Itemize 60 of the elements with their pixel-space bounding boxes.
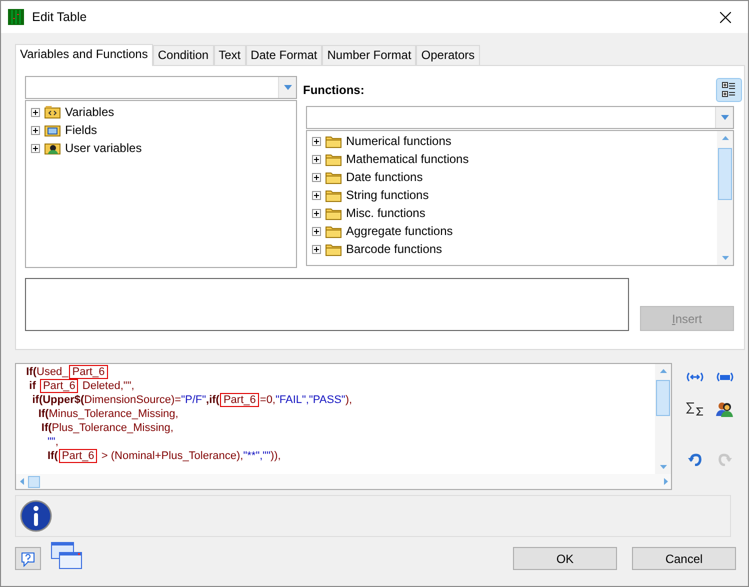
tree-item[interactable]: Variables [65,103,114,121]
scroll-up-arrow-icon [660,369,666,373]
expand-icon[interactable] [312,172,321,182]
vertical-scrollbar[interactable] [717,131,733,265]
expand-icon[interactable] [312,136,321,146]
windows-icon[interactable] [51,542,83,570]
bracket-arrow-icon [686,372,704,382]
tree-item[interactable]: Numerical functions [346,132,452,150]
scroll-right-arrow-icon [664,478,668,485]
tab[interactable]: Number Format [322,45,416,65]
sigma-icon [686,402,704,416]
help-icon [20,550,36,566]
tree-view-toggle[interactable] [716,78,742,102]
tab[interactable]: Condition [152,45,214,65]
undo-icon [688,452,702,466]
horizontal-scrollbar[interactable] [16,474,671,489]
window-title: Edit Table [32,8,87,26]
redo-icon [718,452,732,466]
people-icon [716,401,734,417]
expand-icon[interactable] [312,226,321,236]
expand-icon[interactable] [312,190,321,200]
dropdown-arrow-icon [284,85,292,90]
expand-icon[interactable] [312,208,321,218]
tree-item[interactable]: Fields [65,121,98,139]
tree-item[interactable]: Date functions [346,168,423,186]
expand-icon[interactable] [31,108,40,116]
dropdown-arrow-icon [720,115,728,120]
tree-item[interactable]: Misc. functions [346,204,426,222]
code-folder-icon [44,104,61,120]
close-icon [720,12,730,22]
dialog-button[interactable]: OK [513,547,617,570]
text-box[interactable] [25,278,629,331]
tree-item[interactable]: Mathematical functions [346,150,469,168]
scroll-down-arrow-icon [722,256,728,260]
dialog-button[interactable]: Cancel [632,547,736,570]
tree-item[interactable]: String functions [346,186,429,204]
tab[interactable]: Text [214,45,246,65]
scroll-thumb[interactable] [656,380,670,416]
info-icon [20,500,52,532]
table-app-icon [8,9,24,25]
tree-item[interactable]: Barcode functions [346,240,442,258]
scroll-down-arrow-icon [660,465,666,469]
scroll-thumb[interactable] [28,476,40,488]
expand-icon[interactable] [312,154,321,164]
scroll-up-arrow-icon [722,136,728,140]
tree-item[interactable]: Aggregate functions [346,222,453,240]
tree-item[interactable]: User variables [65,139,142,157]
scroll-thumb[interactable] [718,148,732,200]
tree-list-icon [722,82,736,98]
functions-label: Functions: [303,82,364,98]
tab[interactable]: Date Format [246,45,322,65]
help-button[interactable] [15,547,41,570]
expand-icon[interactable] [31,126,40,134]
scroll-left-arrow-icon [20,478,24,485]
expand-icon[interactable] [312,244,321,254]
tab[interactable]: Variables and Functions [15,44,153,66]
vertical-scrollbar[interactable] [655,364,671,474]
bracket-bar-icon [716,372,734,382]
expand-icon[interactable] [31,144,40,152]
tab[interactable]: Operators [416,45,480,65]
